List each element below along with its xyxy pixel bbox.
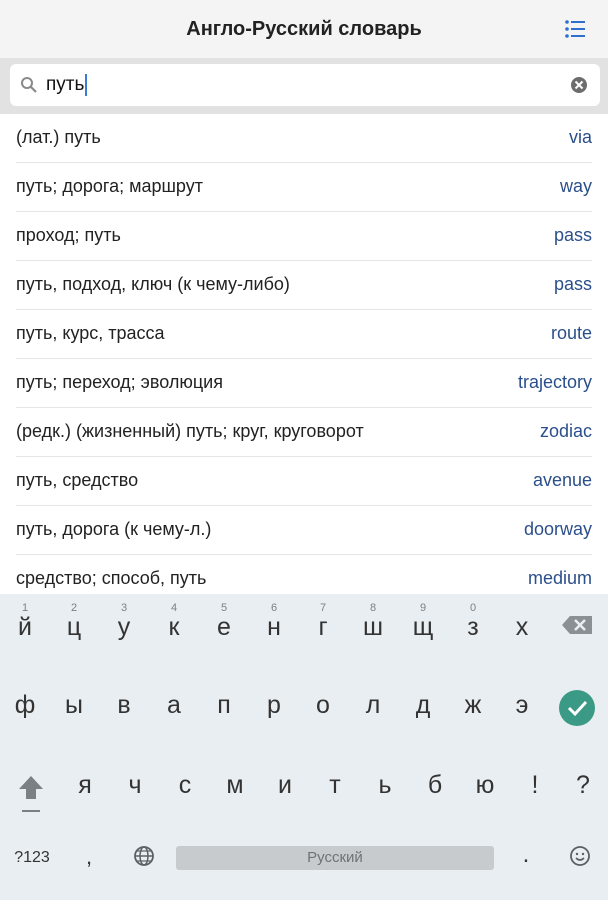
key[interactable]: я [60,760,110,824]
search-input[interactable]: путь [10,64,600,106]
key[interactable]: 6н [249,594,299,658]
key[interactable]: ы [49,678,99,742]
emoji-icon[interactable] [566,844,594,872]
symbols-key[interactable]: ?123 [4,844,60,872]
key[interactable]: ю [460,760,510,824]
item-word: route [550,323,592,343]
key[interactable]: 4к [149,594,199,658]
list-item[interactable]: (редк.) (жизненный) путь; круг, круговор… [16,408,592,457]
done-check-icon[interactable] [558,689,596,727]
app-header: Англо-Русский словарь [0,0,608,58]
key[interactable]: ! [510,760,560,824]
item-word: pass [553,274,592,294]
item-translation: путь, курс, трасса [16,323,165,343]
key[interactable]: ? [558,760,608,824]
key[interactable]: 3у [99,594,149,658]
item-word: avenue [532,470,592,490]
search-bar: путь [0,58,608,114]
item-word: via [568,127,592,147]
item-word: way [559,176,592,196]
shift-icon[interactable] [14,770,48,816]
page-title: Англо-Русский словарь [186,18,422,40]
list-item[interactable]: путь, курс, трасса route [16,310,592,359]
backspace-icon[interactable] [556,608,600,642]
key[interactable]: 2ц [49,594,99,658]
key[interactable]: ж [448,678,498,742]
item-translation: путь, дорога (к чему-л.) [16,519,212,539]
key[interactable]: 7г [298,594,348,658]
list-item[interactable]: средство; способ, путь medium [16,555,592,594]
search-value: путь [46,64,88,106]
key[interactable]: м [210,760,260,824]
space-bar[interactable]: Русский [176,846,494,870]
key[interactable]: р [249,678,299,742]
item-word: zodiac [539,421,592,441]
item-word: medium [527,568,592,588]
list-item[interactable]: (лат.) путь via [16,114,592,163]
comma-key[interactable]: , [66,840,112,874]
key[interactable]: л [348,678,398,742]
key[interactable]: э [497,678,547,742]
text-caret [85,73,88,96]
key[interactable]: д [398,678,448,742]
globe-icon[interactable] [130,844,158,872]
clear-icon[interactable] [570,76,588,94]
item-word: trajectory [517,372,592,392]
item-translation: путь; переход; эволюция [16,372,223,392]
key[interactable]: с [160,760,210,824]
item-translation: (редк.) (жизненный) путь; круг, круговор… [16,421,364,441]
list-item[interactable]: проход; путь pass [16,212,592,261]
results-list: (лат.) путь via путь; дорога; маршрут way … [0,114,608,594]
item-translation: путь; дорога; маршрут [16,176,203,196]
key[interactable]: о [298,678,348,742]
item-translation: проход; путь [16,225,121,245]
item-word: doorway [523,519,592,539]
key[interactable]: х [497,594,547,658]
key[interactable]: 8ш [348,594,398,658]
key[interactable]: п [199,678,249,742]
key[interactable]: а [149,678,199,742]
menu-list-icon[interactable] [560,15,590,43]
item-translation: (лат.) путь [16,127,101,147]
list-item[interactable]: путь, средство avenue [16,457,592,506]
key[interactable]: б [410,760,460,824]
key[interactable]: ф [0,678,50,742]
item-translation: путь, средство [16,470,139,490]
list-item[interactable]: путь, подход, ключ (к чему-либо) pass [16,261,592,310]
period-key[interactable]: . [508,838,544,872]
key[interactable]: 0з [448,594,498,658]
item-translation: средство; способ, путь [16,568,207,588]
key[interactable]: в [99,678,149,742]
list-item[interactable]: путь; дорога; маршрут way [16,163,592,212]
item-translation: путь, подход, ключ (к чему-либо) [16,274,290,294]
key[interactable]: 9щ [398,594,448,658]
list-item[interactable]: путь, дорога (к чему-л.) doorway [16,506,592,555]
key[interactable]: 1й [0,594,50,658]
item-word: pass [553,225,592,245]
list-item[interactable]: путь; переход; эволюция trajectory [16,359,592,408]
keyboard: 1й 2ц 3у 4к 5е 6н 7г 8ш 9щ 0з х ф ы в а … [0,594,608,900]
key[interactable]: ч [110,760,160,824]
key[interactable]: 5е [199,594,249,658]
key[interactable]: т [310,760,360,824]
key[interactable]: ь [360,760,410,824]
key[interactable]: и [260,760,310,824]
search-icon [20,76,38,94]
